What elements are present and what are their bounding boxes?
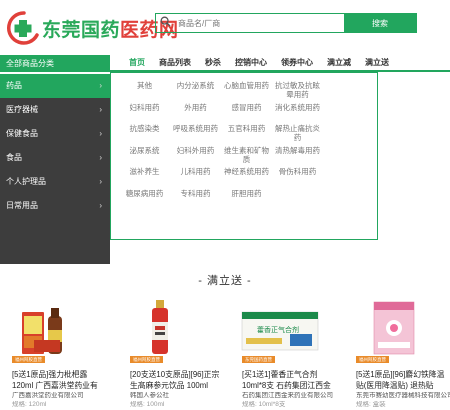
product-title[interactable]: [20支送10支原品][96]正宗生髙麻参元饮品 100ml <box>130 370 226 391</box>
subcategory-empty <box>323 144 374 166</box>
nav-item-gift[interactable]: 满立送 <box>358 55 396 72</box>
nav-item-flash-sale[interactable]: 秒杀 <box>198 55 228 72</box>
subcategory-link[interactable]: 解热止痛抗炎药 <box>272 122 323 144</box>
sidebar-item-label: 日常用品 <box>6 201 38 210</box>
all-categories-button[interactable]: 全部商品分类 <box>0 55 110 72</box>
logo-mark-icon <box>7 11 39 45</box>
search-icon <box>156 14 176 31</box>
subcategory-grid: 其他 内分泌系统 心脑血管用药 抗过敏及抗眩晕用药 妇科用药 外用药 感冒用药 … <box>119 79 374 208</box>
subcategory-link[interactable]: 呼吸系统用药 <box>170 122 221 144</box>
product-title[interactable]: [5送1原品][96]麝幻铁降温贴(医用降温贴) 退热贴 <box>356 370 450 391</box>
sidebar-item-medicine[interactable]: 药品 › <box>0 74 110 98</box>
chevron-right-icon: › <box>99 81 102 90</box>
chevron-right-icon: › <box>99 129 102 138</box>
sidebar-item-health-food[interactable]: 保健食品 › <box>0 122 110 146</box>
main-nav: 全部商品分类 首页 商品列表 秒杀 控销中心 领券中心 满立减 满立送 <box>0 55 450 72</box>
subcategory-link[interactable]: 其他 <box>119 79 170 101</box>
product-tag: 福州阿胶直营 <box>356 356 389 363</box>
product-row: 福州阿胶直营 [5送1原品]强力枇杷露 120ml 广西嘉洪堂药业有 广西嘉洪堂… <box>0 292 450 410</box>
sidebar-item-daily-goods[interactable]: 日常用品 › <box>0 194 110 218</box>
logo-text-part1: 东莞国药 <box>42 19 121 41</box>
subcategory-link[interactable]: 清热解毒用药 <box>272 144 323 166</box>
product-image[interactable] <box>344 292 444 362</box>
product-tag: 福州阿胶直营 <box>12 356 45 363</box>
product-card[interactable]: 福州阿胶直营 [5送1原品]强力枇杷露 120ml 广西嘉洪堂药业有 广西嘉洪堂… <box>0 292 100 410</box>
chevron-right-icon: › <box>99 105 102 114</box>
subcategory-empty <box>323 79 374 101</box>
product-manufacturer: 石药集团江西金来药业有限公司 <box>242 392 333 399</box>
product-spec: 规格: 120ml <box>12 401 47 408</box>
product-spec: 规格: 10ml*8支 <box>242 401 286 408</box>
subcategory-link[interactable]: 糖尿病用药 <box>119 187 170 209</box>
site-logo[interactable]: 东莞国药医药网 <box>6 10 178 46</box>
subcategory-link[interactable]: 维生素和矿物质 <box>221 144 272 166</box>
subcategory-link[interactable]: 泌尿系统 <box>119 144 170 166</box>
product-image[interactable] <box>0 292 100 362</box>
sidebar-item-personal-care[interactable]: 个人护理品 › <box>0 170 110 194</box>
subcategory-link[interactable]: 滋补养生 <box>119 165 170 187</box>
product-manufacturer: 广西嘉洪堂药业有限公司 <box>12 392 84 399</box>
subcategory-link[interactable]: 骨伤科用药 <box>272 165 323 187</box>
subcategory-link[interactable]: 儿科用药 <box>170 165 221 187</box>
product-spec: 规格: 100ml <box>130 401 165 408</box>
subcategory-empty <box>323 122 374 144</box>
chevron-right-icon: › <box>99 201 102 210</box>
subcategory-link[interactable]: 神经系统用药 <box>221 165 272 187</box>
header: 东莞国药医药网 搜索 <box>0 0 450 55</box>
sidebar-item-medical-devices[interactable]: 医疗器械 › <box>0 98 110 122</box>
nav-item-sales-control[interactable]: 控销中心 <box>228 55 274 72</box>
subcategory-empty <box>323 101 374 123</box>
subcategory-link[interactable]: 抗过敏及抗眩晕用药 <box>272 79 323 101</box>
sidebar-item-label: 食品 <box>6 153 22 162</box>
nav-item-discount[interactable]: 满立减 <box>320 55 358 72</box>
product-spec: 规格: 盒装 <box>356 401 386 408</box>
subcategory-link[interactable]: 五官科用药 <box>221 122 272 144</box>
sidebar-item-label: 个人护理品 <box>6 177 46 186</box>
product-tag: 福州阿胶直营 <box>130 356 163 363</box>
product-card[interactable]: 福州阿胶直营 [5送1原品][96]麝幻铁降温贴(医用降温贴) 退热贴 东莞市赛… <box>344 292 450 410</box>
sidebar-item-label: 保健食品 <box>6 129 38 138</box>
product-title[interactable]: [买1送1]藿香正气合剂 10ml*8支 石药集团江西金 <box>242 370 338 391</box>
product-card[interactable]: 藿香正气合剂 东莞国药直营 [买1送1]藿香正气合剂 10ml*8支 石药集团江… <box>230 292 333 410</box>
product-tag: 东莞国药直营 <box>242 356 275 363</box>
subcategory-link[interactable]: 消化系统用药 <box>272 101 323 123</box>
section-title: - 满立送 - <box>198 275 252 287</box>
subcategory-link[interactable]: 专科用药 <box>170 187 221 209</box>
product-manufacturer: 韩国人参公社 <box>130 392 169 399</box>
category-flyout-panel: 其他 内分泌系统 心脑血管用药 抗过敏及抗眩晕用药 妇科用药 外用药 感冒用药 … <box>110 72 378 240</box>
nav-items: 首页 商品列表 秒杀 控销中心 领券中心 满立减 满立送 <box>122 55 396 72</box>
search-bar: 搜索 <box>155 13 417 33</box>
subcategory-link[interactable]: 内分泌系统 <box>170 79 221 101</box>
chevron-right-icon: › <box>99 177 102 186</box>
product-image[interactable] <box>118 292 218 362</box>
sidebar-item-label: 医疗器械 <box>6 105 38 114</box>
product-box-label-icon: 藿香正气合剂 <box>257 325 299 334</box>
nav-item-coupons[interactable]: 领券中心 <box>274 55 320 72</box>
product-image[interactable]: 藿香正气合剂 <box>230 292 330 362</box>
search-button[interactable]: 搜索 <box>344 14 416 32</box>
product-title[interactable]: [5送1原品]强力枇杷露 120ml 广西嘉洪堂药业有 <box>12 370 108 391</box>
search-input[interactable] <box>176 14 344 32</box>
category-sidebar: 药品 › 医疗器械 › 保健食品 › 食品 › 个人护理品 › 日常用品 › <box>0 74 110 264</box>
subcategory-link[interactable]: 妇科外用药 <box>170 144 221 166</box>
product-card[interactable]: 福州阿胶直营 [20支送10支原品][96]正宗生髙麻参元饮品 100ml 韩国… <box>118 292 219 410</box>
chevron-right-icon: › <box>99 153 102 162</box>
subcategory-link[interactable]: 妇科用药 <box>119 101 170 123</box>
subcategory-link[interactable]: 外用药 <box>170 101 221 123</box>
sidebar-item-food[interactable]: 食品 › <box>0 146 110 170</box>
sidebar-item-label: 药品 <box>6 81 22 90</box>
page: 东莞国药医药网 搜索 全部商品分类 首页 商品列表 秒杀 控销中心 领券中心 满… <box>0 0 450 410</box>
subcategory-link[interactable]: 感冒用药 <box>221 101 272 123</box>
subcategory-empty <box>323 165 374 187</box>
subcategory-link[interactable]: 抗感染类 <box>119 122 170 144</box>
product-manufacturer: 东莞市赛幼医疗器械科技有限公司 <box>356 392 450 399</box>
nav-item-product-list[interactable]: 商品列表 <box>152 55 198 72</box>
nav-item-home[interactable]: 首页 <box>122 55 152 72</box>
subcategory-link[interactable]: 肝胆用药 <box>221 187 272 209</box>
subcategory-link[interactable]: 心脑血管用药 <box>221 79 272 101</box>
